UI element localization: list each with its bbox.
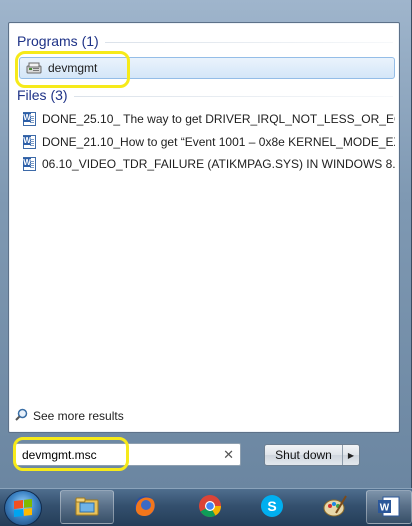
file-item-label: DONE_25.10_ The way to get DRIVER_IRQL_N…: [42, 112, 395, 126]
start-orb[interactable]: [4, 490, 42, 526]
magnifier-icon: [15, 408, 28, 424]
word-doc-icon: [23, 157, 36, 171]
file-item[interactable]: DONE_21.10_How to get “Event 1001 – 0x8e…: [23, 132, 395, 152]
file-explorer-icon: [74, 495, 100, 520]
programs-header-label: Programs (1): [17, 33, 99, 49]
highlight-annotation: [15, 51, 130, 88]
programs-group-header[interactable]: Programs (1): [17, 33, 393, 49]
file-item-label: 06.10_VIDEO_TDR_FAILURE (ATIKMPAG.SYS) I…: [42, 157, 395, 171]
file-item[interactable]: DONE_25.10_ The way to get DRIVER_IRQL_N…: [23, 109, 395, 129]
shutdown-button-group: Shut down ▶: [264, 444, 360, 466]
taskbar-paint-button[interactable]: [308, 490, 362, 524]
shutdown-button[interactable]: Shut down: [265, 445, 343, 465]
highlight-annotation: [13, 437, 129, 471]
file-item[interactable]: 06.10_VIDEO_TDR_FAILURE (ATIKMPAG.SYS) I…: [23, 154, 395, 174]
word-icon: W: [377, 494, 401, 521]
taskbar-chrome-button[interactable]: [183, 490, 237, 524]
skype-icon: S: [259, 493, 285, 522]
clear-search-icon[interactable]: ✕: [223, 447, 234, 463]
word-doc-icon: [23, 112, 36, 126]
svg-text:W: W: [380, 502, 390, 513]
shutdown-options-arrow-icon[interactable]: ▶: [343, 445, 359, 465]
word-doc-icon: [23, 135, 36, 149]
paint-icon: [322, 493, 348, 522]
taskbar-explorer-button[interactable]: [60, 490, 114, 524]
taskbar-word-button[interactable]: W: [366, 490, 412, 524]
firefox-icon: [132, 493, 158, 522]
files-header-label: Files (3): [17, 87, 68, 103]
taskbar-firefox-button[interactable]: [118, 490, 172, 524]
see-more-label: See more results: [33, 409, 124, 423]
windows-logo-icon: [14, 499, 32, 517]
divider: [73, 95, 393, 97]
divider: [104, 41, 393, 43]
see-more-results-link[interactable]: See more results: [15, 408, 124, 424]
svg-text:S: S: [267, 498, 276, 514]
file-item-label: DONE_21.10_How to get “Event 1001 – 0x8e…: [42, 135, 395, 149]
chrome-icon: [197, 493, 223, 522]
files-group-header[interactable]: Files (3): [17, 87, 393, 103]
taskbar-skype-button[interactable]: S: [245, 490, 299, 524]
